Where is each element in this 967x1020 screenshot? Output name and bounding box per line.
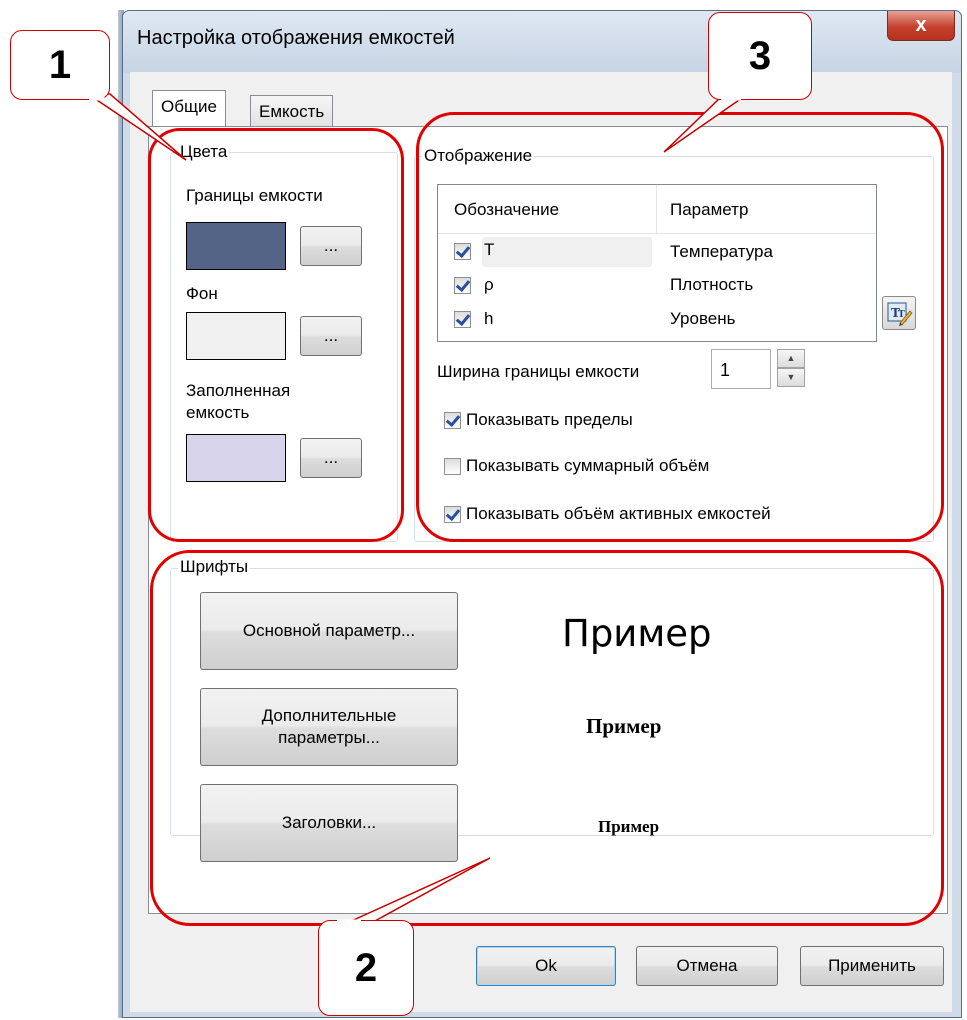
callout-2: 2 — [318, 920, 414, 1016]
tab-label: Общие — [161, 97, 217, 116]
callout-pointers — [85, 93, 745, 929]
callout-3: 3 — [708, 12, 812, 100]
tab-general[interactable]: Общие — [152, 90, 226, 126]
callout-1: 1 — [10, 30, 110, 100]
